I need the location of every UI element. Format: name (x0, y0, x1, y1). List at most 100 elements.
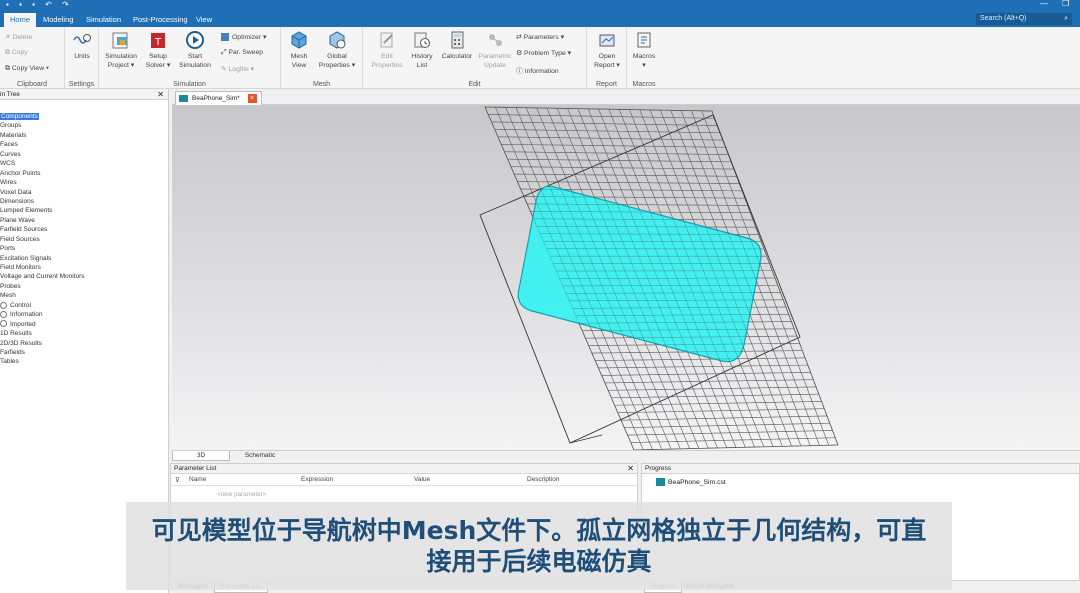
tree-title: in Tree (0, 91, 20, 98)
group-clipboard: ✕ Delete ⧉ Copy ⧉ Copy View ▾ Clipboard (0, 27, 65, 89)
group-mesh: Mesh View Global Properties ▾ Mesh (281, 27, 363, 89)
parameters-button[interactable]: ⇄ Parameters ▾ (516, 33, 564, 41)
tree-item[interactable]: Probes (0, 282, 168, 291)
delete-icon: ✕ (5, 34, 13, 41)
tree-item[interactable]: Tables (0, 357, 168, 366)
copy-view-button[interactable]: ⧉ Copy View ▾ (5, 65, 49, 73)
column-name[interactable]: Name (189, 476, 206, 483)
tab-3d[interactable]: 3D (172, 451, 230, 461)
tab-modeling[interactable]: Modeling (37, 13, 79, 27)
ribbon-tab-bar: Home Modeling Simulation Post-Processing… (0, 10, 1080, 27)
tab-schematic[interactable]: Schematic (230, 451, 290, 461)
panel-header: Parameter List ✕ (171, 464, 637, 474)
logfile-button[interactable]: ✎ Logfile ▾ (221, 65, 254, 73)
restore-icon[interactable]: ❐ (1062, 0, 1069, 8)
simulation-project-button[interactable]: Simulation Project ▾ (103, 30, 139, 70)
tree-item[interactable]: 2D/3D Results (0, 339, 168, 348)
document-tab[interactable]: BeaPhone_Sim* × (175, 91, 262, 105)
tree-item[interactable]: Voxel Data (0, 188, 168, 197)
parametric-update-button[interactable]: Parametric Update (476, 30, 514, 70)
setup-solver-icon: T (151, 33, 165, 48)
close-icon[interactable]: ✕ (627, 464, 634, 474)
mesh-view-icon (291, 31, 307, 49)
3d-viewport[interactable] (172, 105, 1080, 450)
project-icon (179, 95, 188, 102)
new-parameter-row[interactable]: <new parameter> (217, 491, 266, 498)
column-description[interactable]: Description (527, 476, 560, 483)
tree-item[interactable]: Farfield Sources (0, 225, 168, 234)
tree-item[interactable]: Ports (0, 244, 168, 253)
start-simulation-button[interactable]: Start Simulation (177, 30, 213, 70)
tree-item[interactable]: Field Monitors (0, 263, 168, 272)
group-label: Simulation (173, 81, 206, 88)
tree-item[interactable]: Lumped Elements (0, 206, 168, 215)
tab-view[interactable]: View (190, 13, 218, 27)
macros-button[interactable]: Macros ▾ (630, 30, 658, 70)
group-label: Macros (632, 81, 656, 88)
group-settings: Units Settings (65, 27, 99, 89)
quick-access-icons[interactable]: ▪ ▪ ▪ ↶ ↷ (6, 0, 73, 9)
open-report-button[interactable]: Open Report ▾ (592, 30, 622, 70)
par-sweep-button[interactable]: ⤢ Par. Sweep (221, 49, 263, 57)
global-properties-button[interactable]: Global Properties ▾ (315, 30, 359, 70)
filter-icon[interactable]: ⊽ (175, 476, 180, 484)
information-button[interactable]: ⓘ Information (516, 65, 559, 75)
tab-home[interactable]: Home (4, 13, 37, 27)
history-list-button[interactable]: History List (408, 30, 436, 70)
tree-item[interactable]: Plane Wave (0, 216, 168, 225)
close-icon[interactable]: × (247, 93, 257, 103)
history-list-icon (414, 32, 430, 48)
gear-icon (0, 301, 7, 309)
simulation-project-icon (112, 32, 128, 49)
tree-item-mesh-control[interactable]: Control (0, 301, 168, 310)
mesh-view-button[interactable]: Mesh View (285, 30, 313, 70)
close-icon[interactable]: ✕ (157, 89, 164, 100)
edit-properties-button[interactable]: Edit Properties (369, 30, 405, 70)
tree-item-mesh[interactable]: Mesh (0, 291, 168, 300)
units-button[interactable]: Units (71, 30, 93, 61)
column-expression[interactable]: Expression (301, 476, 333, 483)
subtitle-overlay: 可见模型位于导航树中Mesh文件下。孤立网格独立于几何结构，可直 接用于后续电磁… (126, 502, 952, 590)
document-tab-bar: BeaPhone_Sim* × (172, 89, 1080, 105)
tree-item[interactable]: Materials (0, 131, 168, 140)
tree-item[interactable]: Farfields (0, 348, 168, 357)
group-label: Clipboard (17, 81, 47, 88)
tree-item[interactable]: Voltage and Current Monitors (0, 272, 168, 281)
group-label: Mesh (312, 81, 331, 88)
gear-icon (0, 310, 7, 318)
group-edit: Edit Properties History List Calculator (363, 27, 587, 89)
svg-text:T: T (154, 37, 162, 48)
group-macros: Macros ▾ Macros (627, 27, 661, 89)
problem-type-button[interactable]: ⚙ Problem Type ▾ (516, 49, 571, 57)
optimizer-button[interactable]: Optimizer ▾ (221, 33, 266, 42)
minimize-icon[interactable]: — (1040, 0, 1048, 8)
copy-button[interactable]: ⧉ Copy (5, 49, 28, 57)
tree-item[interactable]: Curves (0, 150, 168, 159)
tab-post-processing[interactable]: Post-Processing (127, 13, 194, 27)
tree-item[interactable]: Wires (0, 178, 168, 187)
calculator-icon (451, 31, 464, 49)
tree-item[interactable]: 1D Results (0, 329, 168, 338)
optimizer-icon (221, 33, 229, 42)
subtitle-line-1: 可见模型位于导航树中Mesh文件下。孤立网格独立于几何结构，可直 (151, 516, 927, 545)
macros-icon (637, 32, 651, 48)
tree-item[interactable]: Faces (0, 140, 168, 149)
panel-header: Progress (642, 464, 1079, 474)
tree-item[interactable]: Excitation Signals (0, 254, 168, 263)
tree-item-mesh-imported[interactable]: Imported (0, 320, 168, 329)
progress-item[interactable]: BeaPhone_Sim.cst (656, 478, 726, 486)
column-value[interactable]: Value (414, 476, 430, 483)
panel-title: Progress (645, 465, 672, 472)
tree-item[interactable]: Groups (0, 121, 168, 130)
tree-item-mesh-information[interactable]: Information (0, 310, 168, 319)
delete-button[interactable]: ✕ Delete (5, 33, 32, 41)
setup-solver-button[interactable]: T Setup Solver ▾ (143, 30, 173, 70)
calculator-button[interactable]: Calculator (439, 30, 475, 61)
tree-item[interactable]: Field Sources (0, 235, 168, 244)
tab-simulation[interactable]: Simulation (80, 13, 127, 27)
tree-item[interactable]: Anchor Points (0, 169, 168, 178)
tree-item[interactable]: WCS (0, 159, 168, 168)
search-input[interactable]: Search (Alt+Q) ⌕ (976, 13, 1072, 25)
tree-item[interactable]: Dimensions (0, 197, 168, 206)
tree-item[interactable]: Components (0, 112, 168, 121)
